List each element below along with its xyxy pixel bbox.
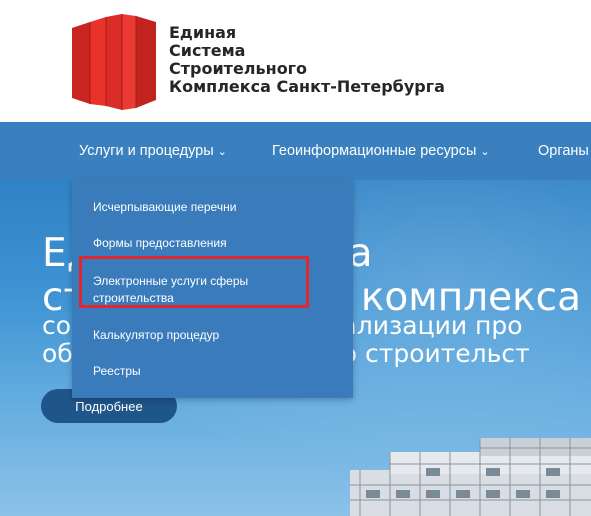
dropdown-item-registries[interactable]: Реестры (93, 363, 141, 380)
main-nav: Услуги и процедуры ⌄ Геоинформационные р… (0, 122, 591, 180)
dropdown-item-calculator[interactable]: Калькулятор процедур (93, 327, 219, 344)
chevron-down-icon: ⌄ (217, 145, 227, 158)
dropdown-item-electronic-services[interactable]: Электронные услуги сферы строительства (93, 273, 248, 307)
logo-line: Система (169, 41, 246, 60)
services-dropdown-menu: Исчерпывающие перечни Формы предоставлен… (72, 180, 353, 398)
dropdown-item-label: Калькулятор процедур (93, 328, 220, 342)
nav-item-geoinfo[interactable]: Геоинформационные ресурсы ⌄ (272, 122, 490, 180)
dropdown-item-label: Формы предоставления (93, 236, 227, 250)
logo-line: Строительного (169, 59, 308, 78)
logo-line: Единая (169, 23, 237, 42)
dropdown-item-label: Исчерпывающие перечни (93, 200, 237, 214)
nav-item-label: Геоинформационные ресурсы (272, 143, 477, 159)
logo-icon[interactable] (70, 14, 158, 110)
site-header: Единая Система Строительного Комплекса С… (0, 0, 591, 122)
dropdown-item-exhaustive-lists[interactable]: Исчерпывающие перечни (93, 199, 236, 216)
building-image (350, 438, 591, 516)
dropdown-item-forms[interactable]: Формы предоставления (93, 235, 227, 252)
dropdown-item-label: строительства (93, 291, 174, 305)
logo-text[interactable]: Единая Система Строительного Комплекса С… (169, 24, 445, 96)
chevron-down-icon: ⌄ (480, 145, 490, 158)
nav-item-services[interactable]: Услуги и процедуры ⌄ (79, 122, 227, 180)
dropdown-item-label: Реестры (93, 364, 141, 378)
nav-item-label: Органы (538, 143, 589, 159)
dropdown-item-label: Электронные услуги сферы (93, 274, 249, 288)
nav-item-label: Услуги и процедуры (79, 143, 214, 159)
nav-item-organs[interactable]: Органы (538, 122, 589, 180)
logo-line: Комплекса Санкт-Петербурга (169, 77, 445, 96)
